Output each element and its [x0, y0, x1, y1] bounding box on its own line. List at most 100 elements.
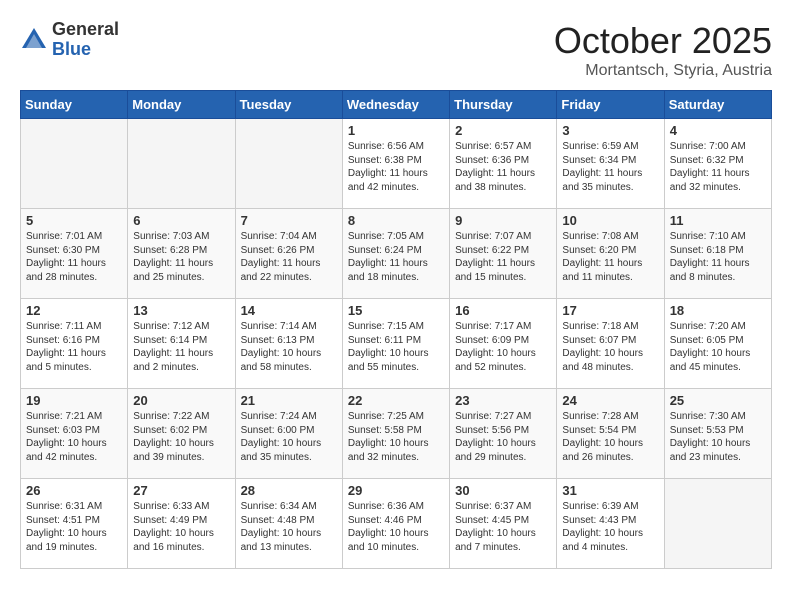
calendar-cell	[128, 119, 235, 209]
calendar-cell: 17 Sunrise: 7:18 AM Sunset: 6:07 PM Dayli…	[557, 299, 664, 389]
logo: General Blue	[20, 20, 119, 60]
weekday-header-row: SundayMondayTuesdayWednesdayThursdayFrid…	[21, 91, 772, 119]
week-row-1: 1Sunrise: 6:56 AM Sunset: 6:38 PM Daylig…	[21, 119, 772, 209]
day-number: 28	[241, 483, 337, 498]
calendar-cell	[21, 119, 128, 209]
weekday-header-monday: Monday	[128, 91, 235, 119]
day-number: 21	[241, 393, 337, 408]
logo-general: General	[52, 19, 119, 39]
calendar-cell: 6 Sunrise: 7:03 AM Sunset: 6:28 PM Daylig…	[128, 209, 235, 299]
day-number: 20	[133, 393, 229, 408]
day-info: Sunrise: 7:04 AM Sunset: 6:26 PM Dayligh…	[241, 230, 337, 284]
title-block: October 2025 Mortantsch, Styria, Austria	[554, 20, 772, 80]
day-info: Sunrise: 7:07 AM Sunset: 6:22 PM Dayligh…	[455, 230, 551, 284]
day-number: 1	[348, 123, 444, 138]
calendar-cell: 30Sunrise: 6:37 AM Sunset: 4:45 PM Dayli…	[450, 479, 557, 569]
page-header: General Blue October 2025 Mortantsch, St…	[20, 20, 772, 80]
day-number: 29	[348, 483, 444, 498]
day-number: 5	[26, 213, 122, 228]
day-info: Sunrise: 7:15 AM Sunset: 6:11 PM Dayligh…	[348, 320, 444, 374]
day-number: 6	[133, 213, 229, 228]
calendar-cell: 11 Sunrise: 7:10 AM Sunset: 6:18 PM Dayli…	[664, 209, 771, 299]
day-info: Sunrise: 7:17 AM Sunset: 6:09 PM Dayligh…	[455, 320, 551, 374]
day-info: Sunrise: 7:03 AM Sunset: 6:28 PM Dayligh…	[133, 230, 229, 284]
day-number: 8	[348, 213, 444, 228]
calendar-cell: 2Sunrise: 6:57 AM Sunset: 6:36 PM Daylig…	[450, 119, 557, 209]
calendar-cell: 26 Sunrise: 6:31 AM Sunset: 4:51 PM Dayli…	[21, 479, 128, 569]
calendar-cell: 14Sunrise: 7:14 AM Sunset: 6:13 PM Dayli…	[235, 299, 342, 389]
day-info: Sunrise: 7:00 AM Sunset: 6:32 PM Dayligh…	[670, 140, 766, 194]
calendar-cell: 21Sunrise: 7:24 AM Sunset: 6:00 PM Dayli…	[235, 389, 342, 479]
day-info: Sunrise: 7:25 AM Sunset: 5:58 PM Dayligh…	[348, 410, 444, 464]
day-number: 24	[562, 393, 658, 408]
day-info: Sunrise: 7:20 AM Sunset: 6:05 PM Dayligh…	[670, 320, 766, 374]
day-number: 25	[670, 393, 766, 408]
day-info: Sunrise: 6:33 AM Sunset: 4:49 PM Dayligh…	[133, 500, 229, 554]
day-info: Sunrise: 7:10 AM Sunset: 6:18 PM Dayligh…	[670, 230, 766, 284]
day-number: 11	[670, 213, 766, 228]
weekday-header-friday: Friday	[557, 91, 664, 119]
calendar-cell: 1Sunrise: 6:56 AM Sunset: 6:38 PM Daylig…	[342, 119, 449, 209]
day-number: 7	[241, 213, 337, 228]
weekday-header-wednesday: Wednesday	[342, 91, 449, 119]
calendar-cell: 10 Sunrise: 7:08 AM Sunset: 6:20 PM Dayli…	[557, 209, 664, 299]
day-info: Sunrise: 7:18 AM Sunset: 6:07 PM Dayligh…	[562, 320, 658, 374]
weekday-header-sunday: Sunday	[21, 91, 128, 119]
calendar-cell: 22 Sunrise: 7:25 AM Sunset: 5:58 PM Dayli…	[342, 389, 449, 479]
day-number: 23	[455, 393, 551, 408]
calendar-cell	[664, 479, 771, 569]
week-row-3: 12Sunrise: 7:11 AM Sunset: 6:16 PM Dayli…	[21, 299, 772, 389]
location: Mortantsch, Styria, Austria	[554, 62, 772, 80]
day-info: Sunrise: 6:31 AM Sunset: 4:51 PM Dayligh…	[26, 500, 122, 554]
day-number: 9	[455, 213, 551, 228]
calendar-cell: 23Sunrise: 7:27 AM Sunset: 5:56 PM Dayli…	[450, 389, 557, 479]
day-number: 13	[133, 303, 229, 318]
logo-text: General Blue	[52, 20, 119, 60]
logo-icon	[20, 26, 48, 54]
day-info: Sunrise: 7:08 AM Sunset: 6:20 PM Dayligh…	[562, 230, 658, 284]
calendar-cell: 28 Sunrise: 6:34 AM Sunset: 4:48 PM Dayli…	[235, 479, 342, 569]
calendar-cell: 4Sunrise: 7:00 AM Sunset: 6:32 PM Daylig…	[664, 119, 771, 209]
calendar-cell: 9 Sunrise: 7:07 AM Sunset: 6:22 PM Daylig…	[450, 209, 557, 299]
day-info: Sunrise: 7:22 AM Sunset: 6:02 PM Dayligh…	[133, 410, 229, 464]
day-number: 3	[562, 123, 658, 138]
day-info: Sunrise: 6:34 AM Sunset: 4:48 PM Dayligh…	[241, 500, 337, 554]
day-number: 22	[348, 393, 444, 408]
weekday-header-tuesday: Tuesday	[235, 91, 342, 119]
calendar-cell: 25 Sunrise: 7:30 AM Sunset: 5:53 PM Dayli…	[664, 389, 771, 479]
calendar-cell: 19 Sunrise: 7:21 AM Sunset: 6:03 PM Dayli…	[21, 389, 128, 479]
day-number: 2	[455, 123, 551, 138]
day-info: Sunrise: 7:05 AM Sunset: 6:24 PM Dayligh…	[348, 230, 444, 284]
week-row-5: 26 Sunrise: 6:31 AM Sunset: 4:51 PM Dayli…	[21, 479, 772, 569]
week-row-4: 19 Sunrise: 7:21 AM Sunset: 6:03 PM Dayli…	[21, 389, 772, 479]
calendar-cell: 13 Sunrise: 7:12 AM Sunset: 6:14 PM Dayli…	[128, 299, 235, 389]
calendar-cell	[235, 119, 342, 209]
calendar-cell: 20 Sunrise: 7:22 AM Sunset: 6:02 PM Dayli…	[128, 389, 235, 479]
calendar-cell: 7 Sunrise: 7:04 AM Sunset: 6:26 PM Daylig…	[235, 209, 342, 299]
day-number: 27	[133, 483, 229, 498]
day-info: Sunrise: 7:12 AM Sunset: 6:14 PM Dayligh…	[133, 320, 229, 374]
day-number: 18	[670, 303, 766, 318]
calendar-cell: 31Sunrise: 6:39 AM Sunset: 4:43 PM Dayli…	[557, 479, 664, 569]
day-info: Sunrise: 7:28 AM Sunset: 5:54 PM Dayligh…	[562, 410, 658, 464]
day-number: 10	[562, 213, 658, 228]
day-info: Sunrise: 7:21 AM Sunset: 6:03 PM Dayligh…	[26, 410, 122, 464]
day-info: Sunrise: 6:37 AM Sunset: 4:45 PM Dayligh…	[455, 500, 551, 554]
logo-blue: Blue	[52, 39, 91, 59]
calendar-cell: 15Sunrise: 7:15 AM Sunset: 6:11 PM Dayli…	[342, 299, 449, 389]
day-info: Sunrise: 7:11 AM Sunset: 6:16 PM Dayligh…	[26, 320, 122, 374]
weekday-header-saturday: Saturday	[664, 91, 771, 119]
calendar-cell: 16Sunrise: 7:17 AM Sunset: 6:09 PM Dayli…	[450, 299, 557, 389]
calendar-cell: 24 Sunrise: 7:28 AM Sunset: 5:54 PM Dayli…	[557, 389, 664, 479]
day-info: Sunrise: 7:14 AM Sunset: 6:13 PM Dayligh…	[241, 320, 337, 374]
calendar-cell: 3Sunrise: 6:59 AM Sunset: 6:34 PM Daylig…	[557, 119, 664, 209]
day-number: 19	[26, 393, 122, 408]
calendar-cell: 12Sunrise: 7:11 AM Sunset: 6:16 PM Dayli…	[21, 299, 128, 389]
day-info: Sunrise: 6:36 AM Sunset: 4:46 PM Dayligh…	[348, 500, 444, 554]
calendar-cell: 18 Sunrise: 7:20 AM Sunset: 6:05 PM Dayli…	[664, 299, 771, 389]
day-number: 26	[26, 483, 122, 498]
day-info: Sunrise: 6:39 AM Sunset: 4:43 PM Dayligh…	[562, 500, 658, 554]
day-info: Sunrise: 7:01 AM Sunset: 6:30 PM Dayligh…	[26, 230, 122, 284]
day-number: 17	[562, 303, 658, 318]
day-info: Sunrise: 7:30 AM Sunset: 5:53 PM Dayligh…	[670, 410, 766, 464]
